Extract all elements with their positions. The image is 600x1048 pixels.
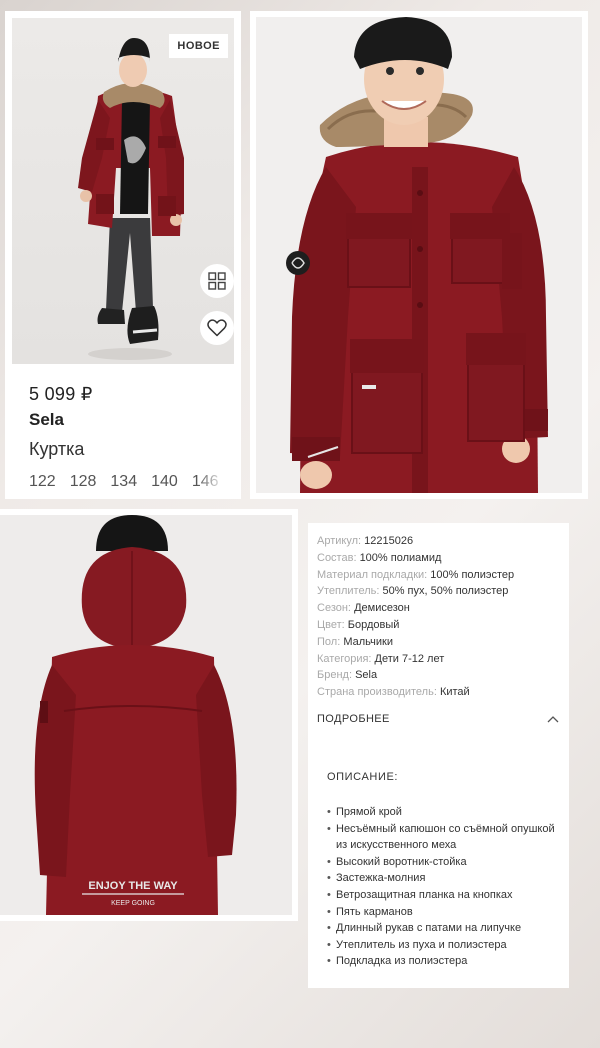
heart-icon: [207, 319, 227, 337]
back-print-line2: KEEP GOING: [111, 900, 155, 907]
spec-row: Артикул: 12215026: [317, 533, 565, 550]
feature-list: Прямой крой Несъёмный капюшон со съёмной…: [327, 804, 563, 970]
spec-value: 100% полиэстер: [430, 568, 515, 581]
spec-key: Материал подкладки:: [317, 568, 428, 581]
feature-item: Утеплитель из пуха и полиэстера: [327, 937, 563, 954]
description-title: ОПИСАНИЕ:: [327, 771, 399, 783]
front-photo-card[interactable]: [250, 11, 588, 499]
product-photo-thumbnail[interactable]: НОВОЕ: [12, 18, 234, 364]
spec-value: Sela: [355, 669, 378, 682]
feature-item: Подкладка из полиэстера: [327, 953, 563, 970]
spec-value: Демисезон: [354, 602, 410, 615]
spec-value: 50% пух, 50% полиэстер: [382, 585, 509, 598]
spec-value: Китай: [439, 686, 470, 699]
feature-item: Несъёмный капюшон со съёмной опушкой из …: [327, 821, 563, 854]
product-details-card: Артикул: 12215026 Состав: 100% полиамид …: [308, 523, 569, 988]
size-list-fade: [197, 469, 225, 495]
product-type: Куртка: [29, 439, 85, 459]
size-option[interactable]: 134: [110, 473, 137, 491]
spec-row: Цвет: Бордовый: [317, 617, 565, 634]
spec-key: Категория:: [317, 652, 372, 665]
more-details-label: ПОДРОБНЕЕ: [317, 713, 390, 725]
product-card[interactable]: НОВОЕ 5 099 ₽ Sela Куртка 12212813414014…: [5, 11, 241, 499]
size-list: 122128134140146: [29, 473, 223, 491]
feature-item: Прямой крой: [327, 804, 563, 821]
feature-item: Пять карманов: [327, 904, 563, 921]
spec-value: 12215026: [364, 535, 414, 547]
boy-jacket-front-image: [286, 17, 548, 493]
favorite-button[interactable]: [200, 311, 234, 345]
new-badge: НОВОЕ: [169, 34, 228, 58]
jacket-back-image: ENJOY THE WAY KEEP GOING: [34, 515, 237, 915]
back-print-line1: ENJOY THE WAY: [88, 880, 178, 892]
spec-value: 100% полиамид: [359, 551, 442, 564]
back-photo[interactable]: ENJOY THE WAY KEEP GOING: [0, 515, 292, 915]
spec-value: Дети 7-12 лет: [374, 652, 445, 665]
boy-jacket-thumbnail-image: [78, 38, 184, 360]
feature-item: Застежка-молния: [327, 870, 563, 887]
spec-key: Бренд:: [317, 669, 353, 682]
more-details-toggle[interactable]: ПОДРОБНЕЕ: [317, 709, 559, 729]
spec-key: Состав:: [317, 551, 357, 564]
spec-list: Артикул: 12215026 Состав: 100% полиамид …: [317, 533, 565, 701]
spec-row: Сезон: Демисезон: [317, 600, 565, 617]
grid-icon: [208, 272, 226, 290]
similar-products-button[interactable]: [200, 264, 234, 298]
feature-item: Длинный рукав с патами на липучке: [327, 920, 563, 937]
spec-row: Бренд: Sela: [317, 667, 565, 684]
product-brand[interactable]: Sela: [29, 410, 64, 430]
back-photo-card[interactable]: ENJOY THE WAY KEEP GOING: [0, 509, 298, 921]
spec-key: Сезон:: [317, 602, 351, 615]
spec-key: Цвет:: [317, 618, 345, 631]
product-price: 5 099 ₽: [29, 384, 93, 404]
spec-key: Утеплитель:: [317, 585, 380, 598]
spec-key: Пол:: [317, 635, 341, 648]
size-option[interactable]: 140: [151, 473, 178, 491]
feature-item: Ветрозащитная планка на кнопках: [327, 887, 563, 904]
spec-key: Артикул:: [317, 535, 362, 547]
spec-row: Материал подкладки: 100% полиэстер: [317, 567, 565, 584]
spec-row: Состав: 100% полиамид: [317, 550, 565, 567]
spec-row: Категория: Дети 7-12 лет: [317, 651, 565, 668]
spec-value: Мальчики: [343, 635, 393, 648]
spec-key: Страна производитель:: [317, 686, 437, 699]
chevron-up-icon: [547, 716, 559, 723]
spec-value: Бордовый: [347, 618, 400, 631]
front-photo[interactable]: [256, 17, 582, 493]
spec-row: Утеплитель: 50% пух, 50% полиэстер: [317, 583, 565, 600]
feature-item: Высокий воротник-стойка: [327, 854, 563, 871]
size-option[interactable]: 122: [29, 473, 56, 491]
spec-row: Страна производитель: Китай: [317, 684, 565, 701]
spec-row: Пол: Мальчики: [317, 634, 565, 651]
size-option[interactable]: 128: [70, 473, 97, 491]
